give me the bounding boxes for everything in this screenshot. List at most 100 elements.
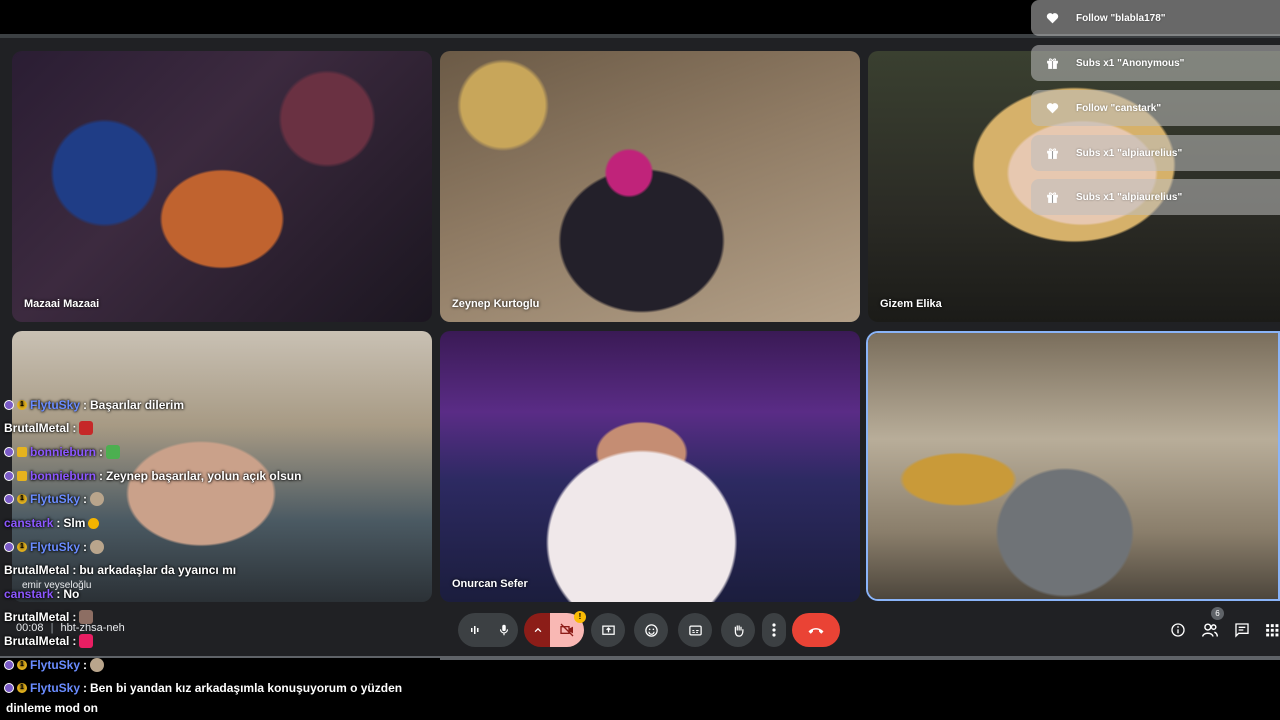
chat-username: bonnieburn [30,445,96,459]
meeting-details-button[interactable] [1168,620,1188,640]
frog-emote-icon [106,445,120,459]
chat-message: 1 FlytuSky : Başarılar dilerim [4,398,184,412]
chevron-up-icon [534,627,542,633]
subscriber-badge-icon [4,542,14,552]
chat-username: BrutalMetal [4,634,70,648]
audio-settings-button[interactable] [458,613,492,647]
notification-text: Follow "canstark" [1076,102,1162,114]
activities-button[interactable] [1264,620,1280,640]
notification-follow: Follow "blabla178" [1031,0,1280,36]
reactions-button[interactable] [634,613,668,647]
guitar-emote-icon [79,634,94,648]
smile-emote-icon [88,517,100,529]
notification-sub: Subs x1 "Anonymous" [1031,45,1280,81]
crown-badge-icon [17,447,27,457]
coin-badge-icon: 1 [17,542,27,552]
chat-username: canstark [4,516,54,530]
gift-icon [1044,55,1060,71]
apps-grid-icon [1266,624,1279,637]
raise-hand-icon [734,625,743,637]
subscriber-badge-icon [4,447,14,457]
notification-text: Subs x1 "alpiaurelius" [1076,191,1183,203]
chat-button[interactable] [1232,620,1252,640]
chat-username: FlytuSky [30,398,81,412]
coin-badge-icon: 1 [17,660,27,670]
chat-username: FlytuSky [30,540,81,554]
more-options-button[interactable] [762,613,786,647]
participant-tile-speaking[interactable] [866,331,1280,601]
participant-tile-self[interactable] [12,331,432,602]
chat-username: canstark [4,587,54,601]
chat-message: canstark : Slm [4,516,100,530]
emoji-icon [644,623,658,637]
coin-badge-icon: 1 [17,400,27,410]
raise-hand-button[interactable] [721,613,755,647]
meeting-toolbar [440,660,1280,720]
heart-icon [1044,10,1060,26]
chat-message: 1 FlytuSky : [4,540,105,554]
chat-message: 1 FlytuSky : Ben bi yandan kız arkadaşım… [4,681,402,695]
subscriber-badge-icon [4,400,14,410]
video-feed [868,333,1278,599]
people-icon [1202,623,1218,637]
camera-off-icon [560,623,574,637]
participant-tile-onurcan[interactable]: Onurcan Sefer [440,331,860,602]
subscriber-badge-icon [4,683,14,693]
levels-icon [471,626,479,634]
gift-icon [1044,145,1060,161]
present-button[interactable] [591,613,625,647]
chat-username: FlytuSky [30,658,81,672]
chat-username: BrutalMetal [4,563,70,577]
chat-username: BrutalMetal [4,610,70,624]
chat-text: No [63,587,80,601]
notification-text: Follow "blabla178" [1076,12,1166,24]
coin-badge-icon: 1 [17,683,27,693]
leave-call-button[interactable] [792,613,840,647]
chat-username: FlytuSky [30,492,81,506]
chat-text: Başarılar dilerim [90,398,185,412]
end-call-icon [808,628,824,634]
subscriber-badge-icon [4,471,14,481]
notification-follow: Follow "canstark" [1031,90,1280,126]
notification-text: Subs x1 "Anonymous" [1076,57,1185,69]
gift-icon [1044,189,1060,205]
crown-badge-icon [17,471,27,481]
video-feed [440,51,860,322]
participant-name: Mazaai Mazaai [24,298,100,310]
heart-icon [1044,100,1060,116]
chat-text: Slm [63,516,86,530]
notification-text: Subs x1 "alpiaurelius" [1076,147,1183,159]
chat-message: 1 FlytuSky : [4,492,105,506]
chat-username: FlytuSky [30,681,81,695]
camera-options-button[interactable] [524,613,552,647]
microphone-button[interactable] [490,613,518,647]
robot-emote-icon [79,610,94,624]
chat-message: BrutalMetal : [4,421,94,435]
participant-tile-zeynep[interactable]: Zeynep Kurtoglu [440,51,860,322]
chat-text: Zeynep başarılar, yolun açık olsun [106,469,302,483]
chat-message: BrutalMetal : bu arkadaşlar da yyaıncı m… [4,563,237,577]
microphone-icon [499,624,509,636]
subscriber-badge-icon [4,494,14,504]
chat-text: bu arkadaşlar da yyaıncı mı [79,563,237,577]
participant-name: Zeynep Kurtoglu [452,298,540,310]
chat-username: BrutalMetal [4,421,70,435]
people-count-badge: 6 [1211,607,1224,620]
chat-message: bonnieburn : Zeynep başarılar, yolun açı… [4,469,301,483]
participant-tile-mazaai[interactable]: Mazaai Mazaai [12,51,432,322]
warning-icon: ! [574,611,586,623]
people-button[interactable] [1200,620,1220,640]
subscriber-badge-icon [4,660,14,670]
participant-name: Gizem Elika [880,298,942,310]
present-screen-icon [601,625,615,635]
captions-button[interactable] [678,613,712,647]
chat-message: BrutalMetal : [4,634,94,648]
person-emote-icon [90,540,105,554]
chat-message: BrutalMetal : [4,610,94,624]
video-feed [440,331,860,602]
chat-message-continued: dinleme mod on [6,701,98,715]
chat-message: 1 FlytuSky : [4,658,105,672]
video-feed [12,331,432,602]
person-emote-icon [90,492,105,506]
chat-message: canstark : No [4,587,80,601]
